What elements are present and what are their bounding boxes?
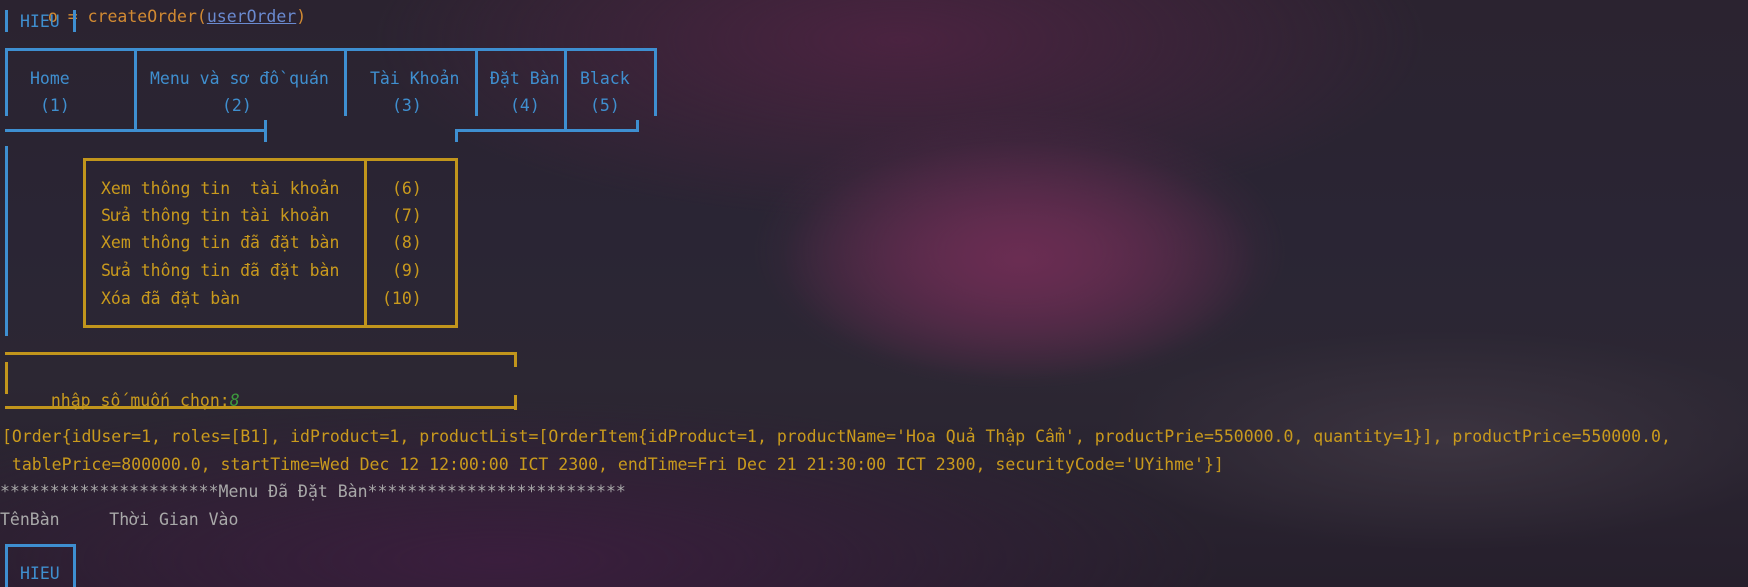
prompt-value: 8 [229, 391, 240, 410]
nav-divider-0 [5, 48, 8, 116]
prompt-label: nhập số muốn chọn: [50, 391, 230, 410]
user-frame-bottom-top [5, 544, 76, 547]
nav-key-booking: (4) [510, 96, 540, 115]
nav-item-home[interactable]: Home [30, 69, 70, 88]
submenu-key-view-account: (6) [392, 179, 422, 198]
nav-divider-1 [134, 48, 137, 132]
nav-bottom-right [455, 129, 638, 132]
submenu-key-view-booking: (8) [392, 233, 422, 252]
user-frame-right [73, 10, 76, 32]
submenu-item-view-booking[interactable]: Xem thông tin đã đặt bàn [101, 233, 339, 252]
nav-key-home: (1) [40, 96, 70, 115]
columns-header: TênBàn Thời Gian Vào [0, 510, 239, 529]
submenu-left-guide [5, 146, 8, 336]
prompt-input[interactable]: nhập số muốn chọn:8 [31, 372, 240, 410]
menu-header-line: **********************Menu Đã Đặt Bàn***… [0, 482, 626, 501]
user-name-bottom: HIEU [20, 564, 60, 583]
submenu-item-delete-booking[interactable]: Xóa đã đặt bàn [101, 289, 240, 308]
order-output-line-2: tablePrice=800000.0, startTime=Wed Dec 1… [2, 455, 1224, 474]
nav-divider-3 [475, 48, 478, 116]
submenu-key-edit-account: (7) [392, 206, 422, 225]
nav-item-menu[interactable]: Menu và sơ đồ quán [150, 69, 329, 88]
submenu-item-edit-account[interactable]: Sửa thông tin tài khoản [101, 206, 329, 225]
user-frame-bottom-right [73, 544, 76, 587]
nav-divider-5 [654, 48, 657, 116]
nav-connector-left [264, 120, 267, 142]
submenu-key-delete-booking: (10) [382, 289, 422, 308]
nav-connector-right-b [636, 120, 639, 132]
user-frame-bottom-left [5, 544, 8, 587]
nav-connector-right-a [455, 129, 458, 142]
nav-key-menu: (2) [222, 96, 252, 115]
order-output-line-1: [Order{idUser=1, roles=[B1], idProduct=1… [2, 427, 1671, 446]
user-frame-left [5, 10, 8, 32]
submenu-divider [364, 158, 367, 328]
submenu-item-view-account[interactable]: Xem thông tin tài khoản [101, 179, 339, 198]
nav-item-black[interactable]: Black [580, 69, 630, 88]
nav-bottom-left [5, 129, 266, 132]
prompt-box-left [5, 362, 8, 394]
prompt-box-right-bottom [514, 395, 517, 410]
nav-item-account[interactable]: Tài Khoản [370, 69, 459, 88]
submenu-key-edit-booking: (9) [392, 261, 422, 280]
submenu-item-edit-booking[interactable]: Sửa thông tin đã đặt bàn [101, 261, 339, 280]
nav-top-border [5, 48, 656, 51]
nav-key-black: (5) [590, 96, 620, 115]
nav-divider-4 [564, 48, 567, 132]
nav-item-booking[interactable]: Đặt Bàn [490, 69, 560, 88]
nav-key-account: (3) [392, 96, 422, 115]
nav-divider-2 [344, 48, 347, 116]
code-line-partial: o = createOrder(userOrder) [47, 7, 307, 26]
prompt-box-right-top [514, 352, 517, 367]
background-arch [780, 140, 1260, 380]
user-name-top: HIEU [20, 12, 60, 31]
